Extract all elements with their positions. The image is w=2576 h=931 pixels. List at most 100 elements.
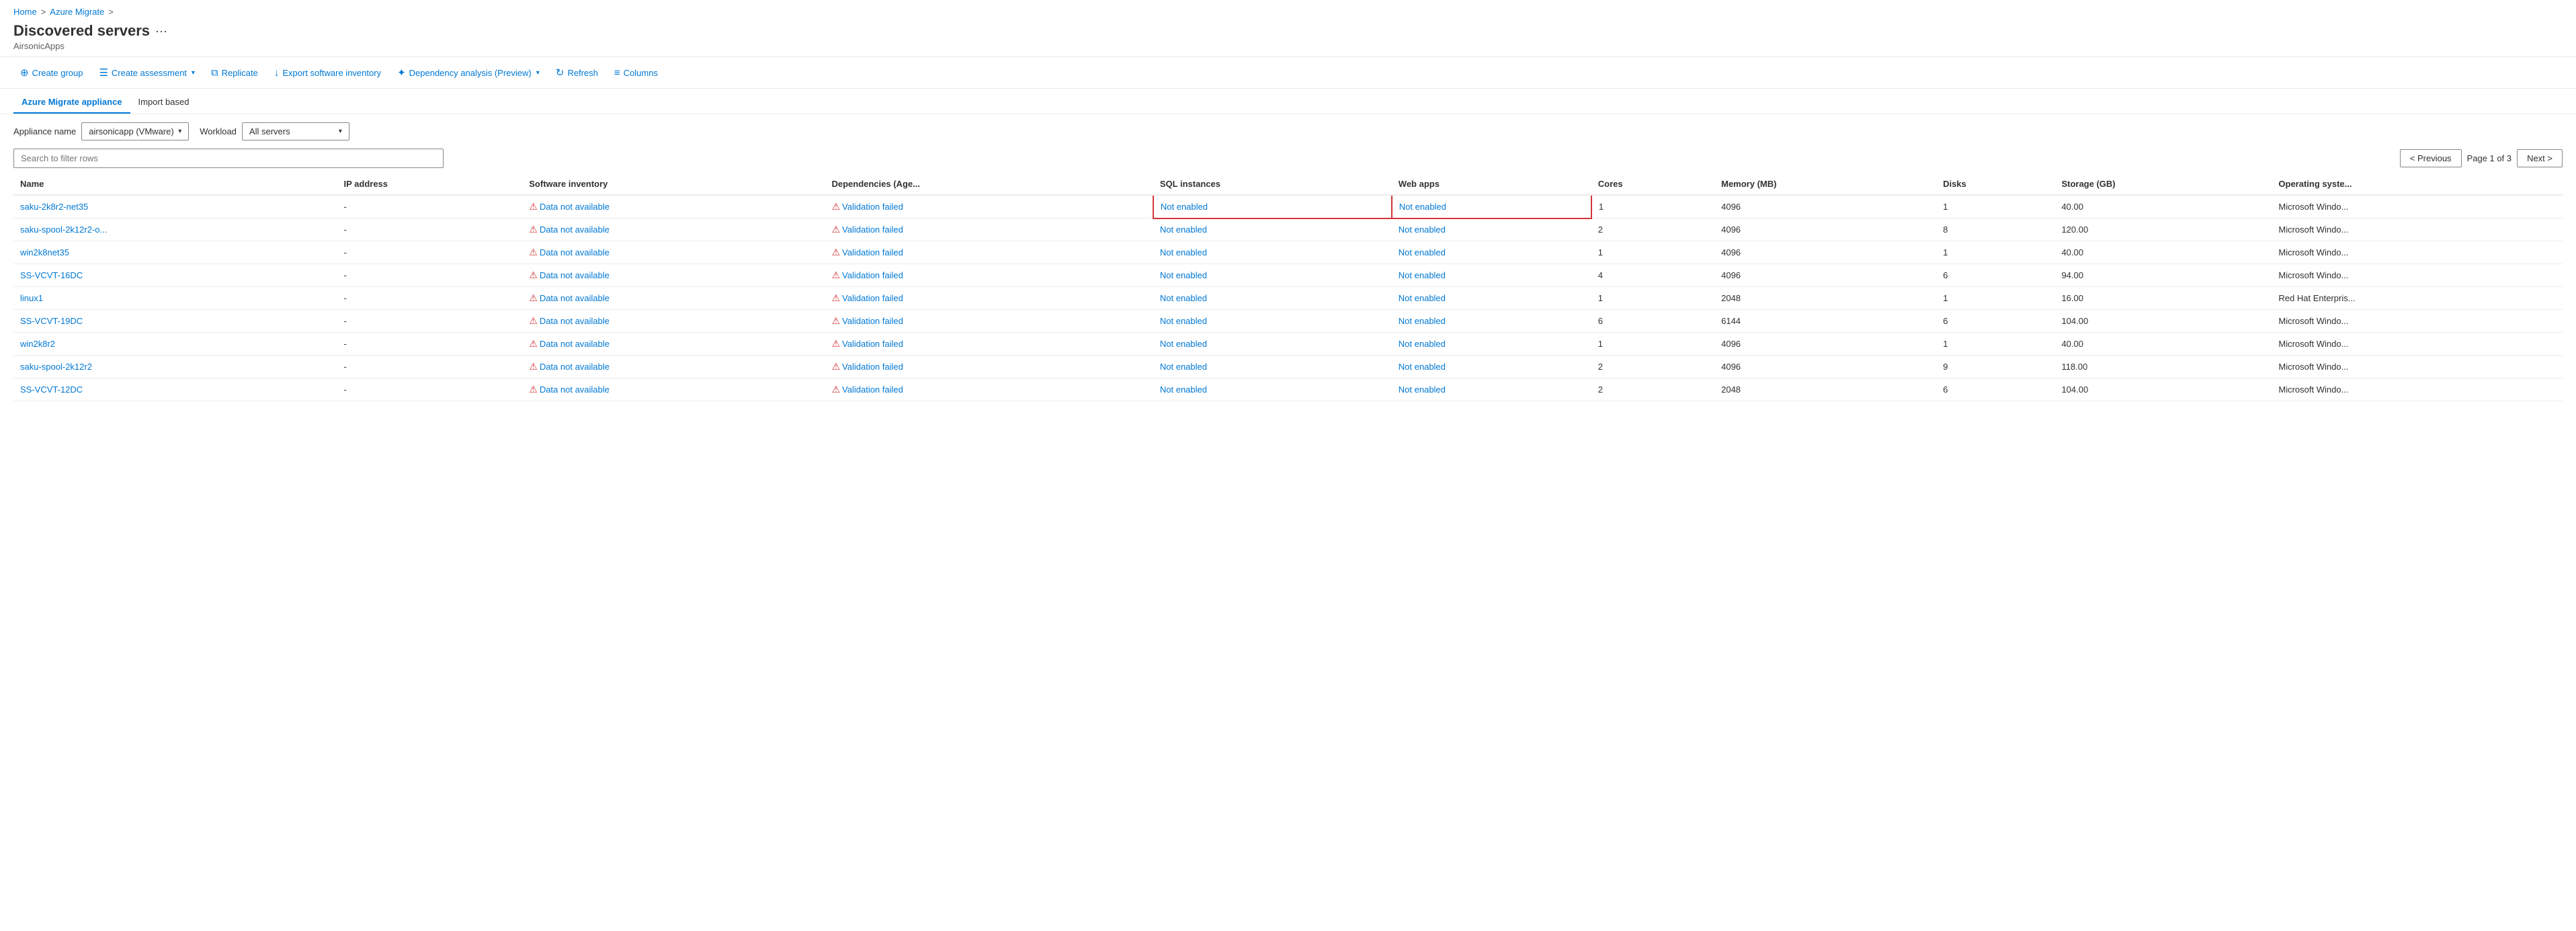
- webapps-value[interactable]: Not enabled: [1399, 362, 1446, 372]
- software-link[interactable]: Data not available: [540, 316, 610, 326]
- webapps-value[interactable]: Not enabled: [1399, 384, 1446, 395]
- servers-table: Name IP address Software inventory Depen…: [13, 173, 2563, 401]
- cell-software: ⚠ Data not available: [522, 264, 825, 287]
- next-button[interactable]: Next >: [2517, 149, 2563, 167]
- software-link[interactable]: Data not available: [540, 202, 610, 212]
- webapps-value[interactable]: Not enabled: [1399, 225, 1446, 235]
- cell-dependencies: ⚠ Validation failed: [825, 264, 1153, 287]
- cell-sql: Not enabled: [1153, 356, 1392, 378]
- dep-error-icon: ⚠: [831, 292, 840, 304]
- sql-value[interactable]: Not enabled: [1160, 384, 1207, 395]
- sql-value[interactable]: Not enabled: [1161, 202, 1208, 212]
- cell-name: win2k8net35: [13, 241, 337, 264]
- cell-disks: 8: [1936, 218, 2054, 241]
- cell-name: linux1: [13, 287, 337, 310]
- dep-link[interactable]: Validation failed: [842, 316, 903, 326]
- create-assessment-button[interactable]: ☰ Create assessment ▾: [92, 63, 201, 83]
- software-link[interactable]: Data not available: [540, 339, 610, 349]
- dep-link[interactable]: Validation failed: [842, 247, 903, 257]
- breadcrumb-home[interactable]: Home: [13, 7, 37, 17]
- cell-ip: -: [337, 264, 523, 287]
- cell-webapps: Not enabled: [1392, 333, 1591, 356]
- tab-azure-migrate-appliance[interactable]: Azure Migrate appliance: [13, 91, 130, 114]
- dep-error-icon: ⚠: [831, 384, 840, 395]
- cell-cores: 2: [1591, 356, 1714, 378]
- dep-link[interactable]: Validation failed: [842, 384, 903, 395]
- server-name-link[interactable]: SS-VCVT-19DC: [20, 316, 83, 326]
- col-dependencies: Dependencies (Age...: [825, 173, 1153, 195]
- server-name-link[interactable]: saku-spool-2k12r2-o...: [20, 225, 107, 235]
- software-link[interactable]: Data not available: [540, 270, 610, 280]
- dep-link[interactable]: Validation failed: [842, 270, 903, 280]
- sql-value[interactable]: Not enabled: [1160, 293, 1207, 303]
- server-name-link[interactable]: SS-VCVT-16DC: [20, 270, 83, 280]
- server-name-link[interactable]: saku-2k8r2-net35: [20, 202, 88, 212]
- appliance-select[interactable]: airsonicapp (VMware) ▾: [81, 122, 189, 140]
- cell-dependencies: ⚠ Validation failed: [825, 333, 1153, 356]
- tab-import-based[interactable]: Import based: [130, 91, 198, 114]
- cell-disks: 1: [1936, 195, 2054, 218]
- page-title: Discovered servers: [13, 22, 150, 40]
- sql-value[interactable]: Not enabled: [1160, 316, 1207, 326]
- software-link[interactable]: Data not available: [540, 362, 610, 372]
- server-name-link[interactable]: SS-VCVT-12DC: [20, 384, 83, 395]
- software-link[interactable]: Data not available: [540, 384, 610, 395]
- cell-os: Microsoft Windo...: [2272, 241, 2563, 264]
- export-software-inventory-button[interactable]: ↓ Export software inventory: [267, 63, 388, 83]
- cell-storage: 40.00: [2054, 333, 2272, 356]
- workload-select[interactable]: All servers ▾: [242, 122, 349, 140]
- cell-os: Red Hat Enterpris...: [2272, 287, 2563, 310]
- software-link[interactable]: Data not available: [540, 247, 610, 257]
- webapps-value[interactable]: Not enabled: [1399, 316, 1446, 326]
- cell-disks: 1: [1936, 241, 2054, 264]
- cell-os: Microsoft Windo...: [2272, 356, 2563, 378]
- columns-button[interactable]: ≡ Columns: [608, 63, 665, 83]
- cell-webapps: Not enabled: [1392, 287, 1591, 310]
- server-name-link[interactable]: saku-spool-2k12r2: [20, 362, 92, 372]
- webapps-value[interactable]: Not enabled: [1399, 270, 1446, 280]
- sql-value[interactable]: Not enabled: [1160, 339, 1207, 349]
- webapps-value[interactable]: Not enabled: [1399, 202, 1446, 212]
- create-group-icon: ⊕: [20, 67, 29, 79]
- dep-link[interactable]: Validation failed: [842, 339, 903, 349]
- sql-value[interactable]: Not enabled: [1160, 270, 1207, 280]
- dependency-icon: ✦: [397, 67, 406, 79]
- server-name-link[interactable]: win2k8r2: [20, 339, 55, 349]
- dep-error-icon: ⚠: [831, 270, 840, 281]
- software-error-icon: ⚠: [529, 361, 538, 372]
- cell-storage: 40.00: [2054, 195, 2272, 218]
- refresh-button[interactable]: ↻ Refresh: [549, 63, 605, 83]
- dep-link[interactable]: Validation failed: [842, 362, 903, 372]
- webapps-value[interactable]: Not enabled: [1399, 339, 1446, 349]
- server-name-link[interactable]: win2k8net35: [20, 247, 69, 257]
- webapps-value[interactable]: Not enabled: [1399, 247, 1446, 257]
- software-error-icon: ⚠: [529, 270, 538, 281]
- search-input[interactable]: [13, 149, 444, 168]
- cell-sql: Not enabled: [1153, 241, 1392, 264]
- dep-link[interactable]: Validation failed: [842, 225, 903, 235]
- dep-link[interactable]: Validation failed: [842, 293, 903, 303]
- replicate-button[interactable]: ⧉ Replicate: [204, 63, 265, 83]
- cell-sql: Not enabled: [1153, 287, 1392, 310]
- cell-dependencies: ⚠ Validation failed: [825, 195, 1153, 218]
- sql-value[interactable]: Not enabled: [1160, 225, 1207, 235]
- table-row: linux1 - ⚠ Data not available ⚠ Validati…: [13, 287, 2563, 310]
- tabs: Azure Migrate appliance Import based: [0, 91, 2576, 114]
- sql-value[interactable]: Not enabled: [1160, 247, 1207, 257]
- more-options-icon[interactable]: ···: [155, 24, 167, 38]
- software-link[interactable]: Data not available: [540, 293, 610, 303]
- software-link[interactable]: Data not available: [540, 225, 610, 235]
- dep-link[interactable]: Validation failed: [842, 202, 903, 212]
- cell-dependencies: ⚠ Validation failed: [825, 218, 1153, 241]
- cell-ip: -: [337, 356, 523, 378]
- cell-ip: -: [337, 378, 523, 401]
- dep-error-icon: ⚠: [831, 247, 840, 258]
- previous-button[interactable]: < Previous: [2400, 149, 2462, 167]
- sql-value[interactable]: Not enabled: [1160, 362, 1207, 372]
- webapps-value[interactable]: Not enabled: [1399, 293, 1446, 303]
- cell-software: ⚠ Data not available: [522, 195, 825, 218]
- server-name-link[interactable]: linux1: [20, 293, 43, 303]
- create-group-button[interactable]: ⊕ Create group: [13, 63, 89, 83]
- dependency-analysis-button[interactable]: ✦ Dependency analysis (Preview) ▾: [390, 63, 546, 83]
- breadcrumb-azure-migrate[interactable]: Azure Migrate: [50, 7, 104, 17]
